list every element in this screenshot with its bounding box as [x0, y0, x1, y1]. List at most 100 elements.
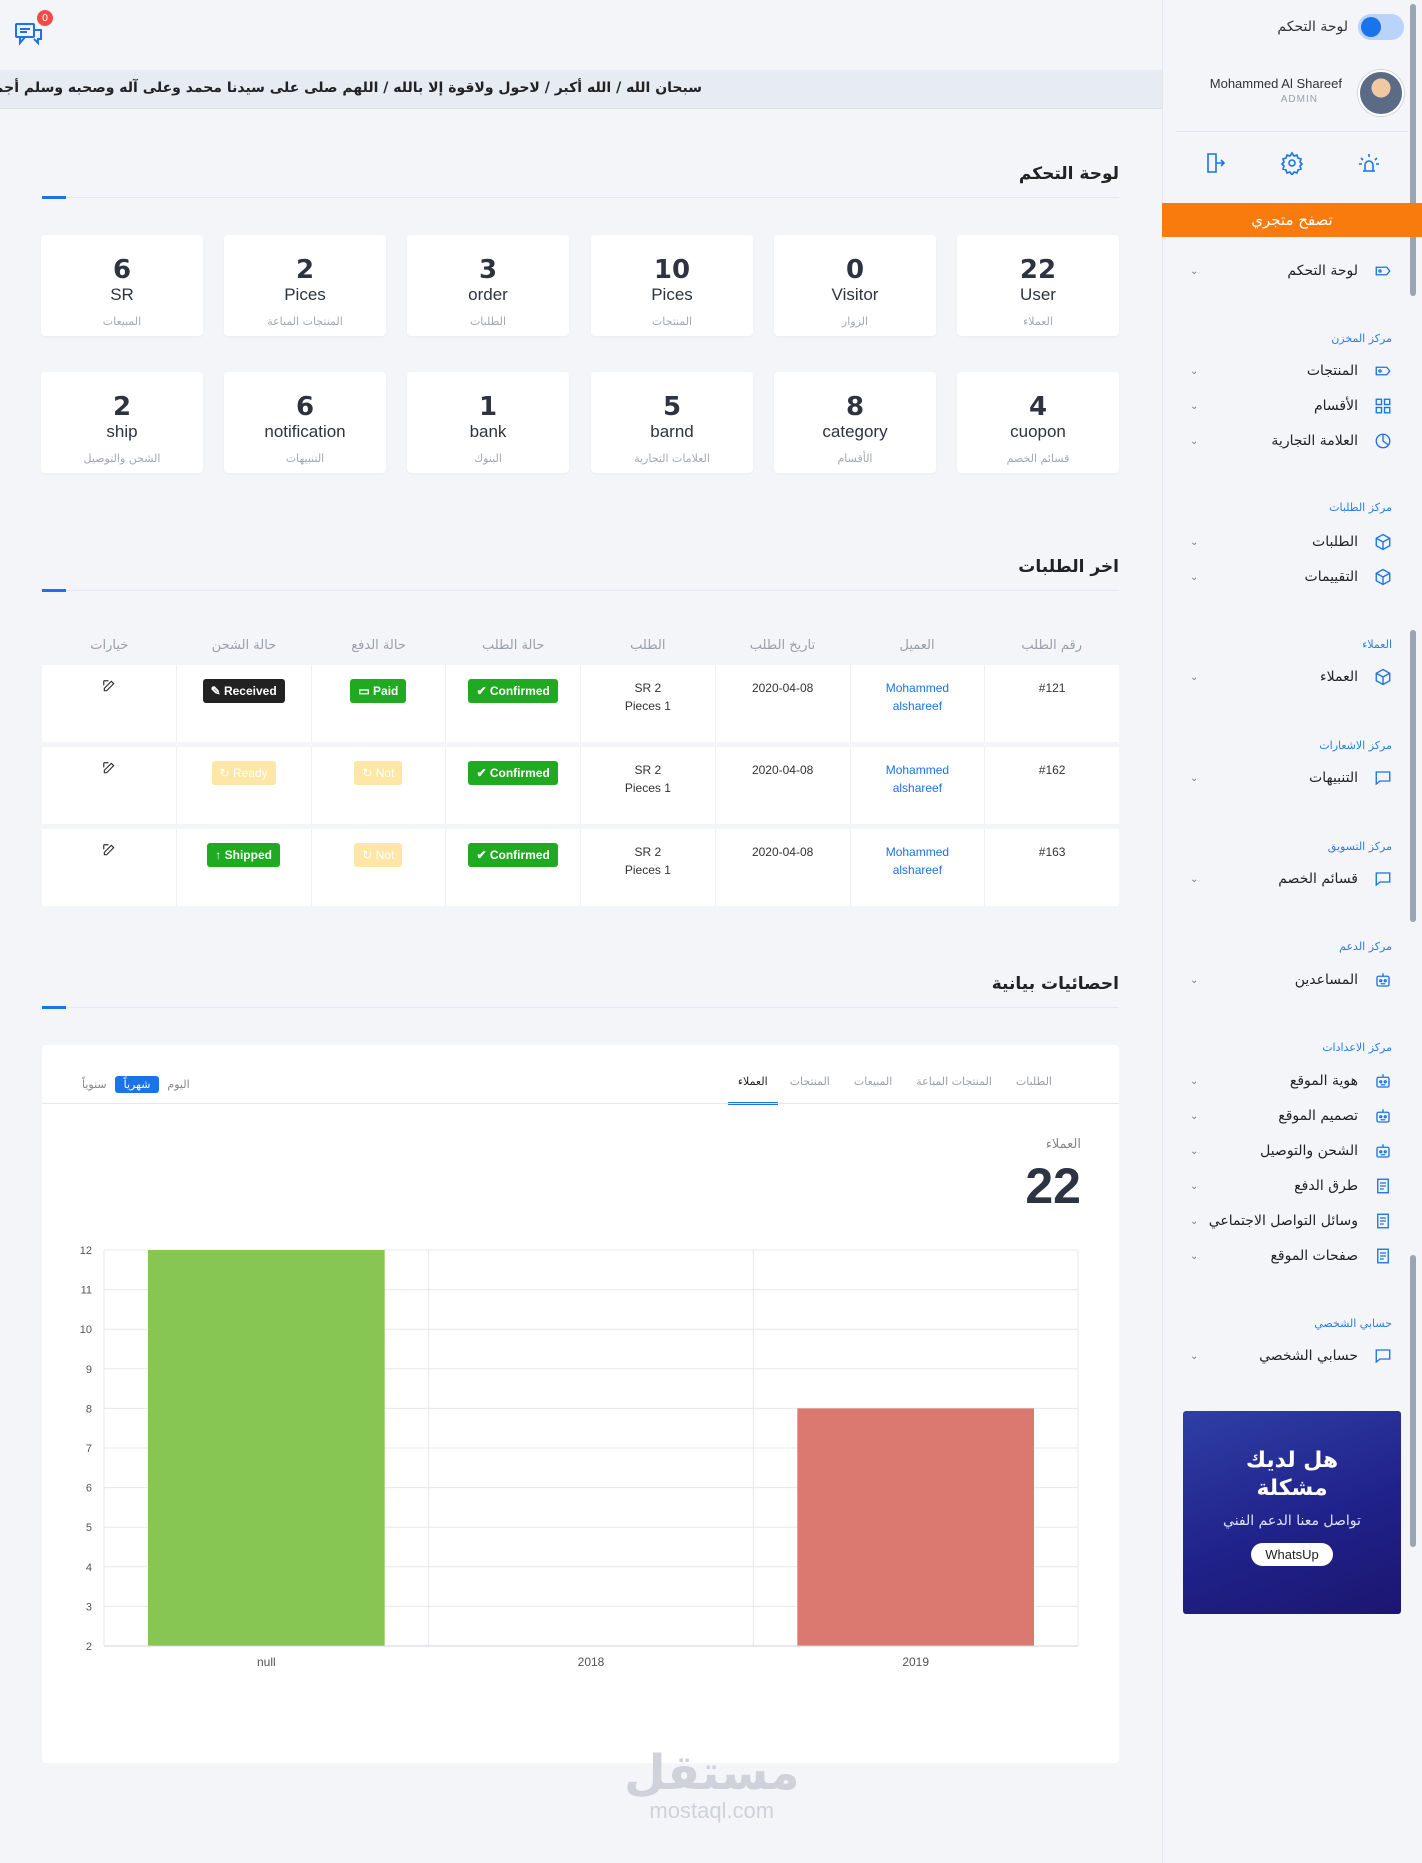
whatsapp-button[interactable]: WhatsUp	[1251, 1543, 1333, 1566]
stat-unit: Pices	[284, 285, 326, 304]
alert-siren-icon[interactable]	[1356, 150, 1382, 176]
payment-status-badge: Paid ▭	[350, 679, 407, 703]
payment-status-badge-text: Not	[375, 848, 395, 862]
sidebar-item-0-0[interactable]: المنتجات ⌄	[1162, 354, 1422, 388]
stat-value: 2	[112, 392, 132, 422]
sidebar-item-1-1[interactable]: التقييمات ⌄	[1162, 560, 1422, 594]
sidebar-item-label: صفحات الموقع	[1270, 1248, 1358, 1264]
customer-link[interactable]: Mohammed alshareef	[849, 747, 985, 824]
dashboard-toggle-row[interactable]: لوحة التحكم	[1277, 14, 1404, 40]
customer-last[interactable]: alshareef	[893, 781, 942, 795]
stat-label: البنوك	[474, 452, 502, 465]
edit-icon[interactable]	[102, 761, 116, 780]
chevron-down-icon: ⌄	[1190, 672, 1199, 683]
sidebar-item-6-4[interactable]: وسائل التواصل الاجتماعي ⌄	[1162, 1204, 1422, 1238]
order-date: 2020-04-08	[714, 747, 850, 824]
document-icon	[1372, 1245, 1394, 1267]
sidebar-item-6-1[interactable]: تصميم الموقع ⌄	[1162, 1099, 1422, 1133]
sidebar-item-dashboard[interactable]: لوحة التحكم ⌄	[1162, 254, 1422, 288]
customer-link[interactable]: Mohammed alshareef	[849, 665, 985, 742]
browse-store-button[interactable]: تصفح متجري	[1162, 203, 1422, 237]
period-option-0[interactable]: اليوم	[167, 1078, 189, 1091]
stat-card: 3 order الطلبات	[407, 235, 569, 336]
tab-4[interactable]: العملاء	[727, 1075, 778, 1105]
customer-last[interactable]: alshareef	[893, 863, 942, 877]
payment-status-badge: Not ↻	[354, 843, 403, 867]
status-icon: ✔	[476, 766, 490, 780]
shipping-status-badge: Ready ↻	[211, 761, 276, 785]
watermark-arabic: مستقل	[624, 1745, 800, 1801]
sidebar-item-6-0[interactable]: هوية الموقع ⌄	[1162, 1064, 1422, 1098]
stat-value: 10	[653, 255, 691, 285]
customer-name[interactable]: Mohammed alshareef	[886, 679, 949, 715]
period-option-2[interactable]: سنوياً	[82, 1078, 107, 1091]
sidebar-section-title: مركز الاشعارات	[1319, 739, 1392, 752]
stat-card: 6 SR المبيعات	[41, 235, 203, 336]
customer-first[interactable]: Mohammed	[886, 845, 949, 859]
period-option-1[interactable]: شهرياً	[114, 1076, 160, 1093]
chevron-down-icon: ⌄	[1190, 773, 1199, 784]
sidebar-item-5-0[interactable]: المساعدين ⌄	[1162, 963, 1422, 997]
order-date: 2020-04-08	[714, 665, 850, 742]
customer-first[interactable]: Mohammed	[886, 763, 949, 777]
payment-status-cell: Paid ▭	[310, 665, 446, 742]
sidebar-item-label: العلامة التجارية	[1271, 433, 1358, 449]
order-status-badge-text: Confirmed	[489, 848, 550, 862]
sidebar-item-4-0[interactable]: قسائم الخصم ⌄	[1162, 862, 1422, 896]
stat-value: 0	[845, 255, 865, 285]
column-header: حالة الطلب	[482, 638, 545, 653]
customer-link[interactable]: Mohammed alshareef	[849, 829, 985, 906]
sidebar-item-0-2[interactable]: العلامة التجارية ⌄	[1162, 424, 1422, 458]
sidebar-item-3-0[interactable]: التنبيهات ⌄	[1162, 761, 1422, 795]
statistics-title: احصائيات بيانية	[991, 974, 1119, 994]
sidebar-item-7-0[interactable]: حسابي الشخصي ⌄	[1162, 1339, 1422, 1373]
orders-table-header: رقم الطلب العميل تاريخ الطلب الطلب حالة الطل…	[42, 634, 1119, 664]
kpi-value: 22	[1025, 1158, 1081, 1214]
tab-1[interactable]: المنتجات المباعة	[904, 1075, 1004, 1099]
logout-icon[interactable]	[1202, 150, 1228, 176]
bar[interactable]	[148, 1250, 385, 1646]
chat-bubble-icon	[1372, 868, 1394, 890]
sidebar-item-6-3[interactable]: طرق الدفع ⌄	[1162, 1169, 1422, 1203]
avatar[interactable]	[1358, 70, 1404, 116]
kpi-label: العملاء	[1045, 1137, 1081, 1152]
options-cell	[42, 747, 176, 824]
tab-3[interactable]: المنتجات	[778, 1075, 842, 1099]
table-row[interactable]: #162 Mohammed alshareef 2020-04-08 SR 2 Piece…	[42, 747, 1119, 824]
customer-name[interactable]: Mohammed alshareef	[886, 843, 949, 879]
sidebar-item-2-0[interactable]: العملاء ⌄	[1162, 660, 1422, 694]
tab-0[interactable]: الطلبات	[1004, 1075, 1064, 1099]
stat-unit: barnd	[650, 422, 694, 441]
chevron-down-icon: ⌄	[1190, 975, 1199, 986]
stat-unit: category	[822, 422, 888, 441]
tab-2[interactable]: المبيعات	[842, 1075, 904, 1099]
customer-name[interactable]: Mohammed alshareef	[886, 761, 949, 797]
table-row[interactable]: #163 Mohammed alshareef 2020-04-08 SR 2 Piece…	[42, 829, 1119, 906]
edit-icon[interactable]	[102, 679, 116, 698]
stat-value: 8	[845, 392, 865, 422]
support-subtitle: تواصل معنا الدعم الفني	[1223, 1513, 1361, 1529]
sidebar-item-6-5[interactable]: صفحات الموقع ⌄	[1162, 1239, 1422, 1273]
sidebar-item-6-2[interactable]: الشحن والتوصيل ⌄	[1162, 1134, 1422, 1168]
stat-value: 6	[295, 392, 315, 422]
stat-unit: User	[1020, 285, 1056, 304]
stat-value: 2	[295, 255, 315, 285]
stat-card: 8 category الأقسام	[774, 372, 936, 473]
stat-card: 10 Pices المنتجات	[591, 235, 753, 336]
sidebar-item-0-1[interactable]: الأقسام ⌄	[1162, 389, 1422, 423]
edit-icon[interactable]	[102, 843, 116, 862]
customer-first[interactable]: Mohammed	[886, 681, 949, 695]
stat-unit: order	[468, 285, 508, 304]
dashboard-toggle[interactable]	[1358, 14, 1404, 40]
user-profile: Mohammed Al Shareef ADMIN	[1176, 60, 1408, 132]
table-row[interactable]: #121 Mohammed alshareef 2020-04-08 SR 2 Piece…	[42, 665, 1119, 742]
stat-value: 4	[1028, 392, 1048, 422]
sidebar-item-1-0[interactable]: الطلبات ⌄	[1162, 525, 1422, 559]
customer-last[interactable]: alshareef	[893, 699, 942, 713]
bar[interactable]	[797, 1408, 1034, 1646]
support-title-1: هل لديك	[1245, 1448, 1339, 1473]
stat-value: 6	[112, 255, 132, 285]
gear-icon[interactable]	[1279, 150, 1305, 176]
sidebar-section-title: مركز التسويق	[1327, 840, 1392, 853]
stat-label: الزوار	[841, 315, 869, 328]
